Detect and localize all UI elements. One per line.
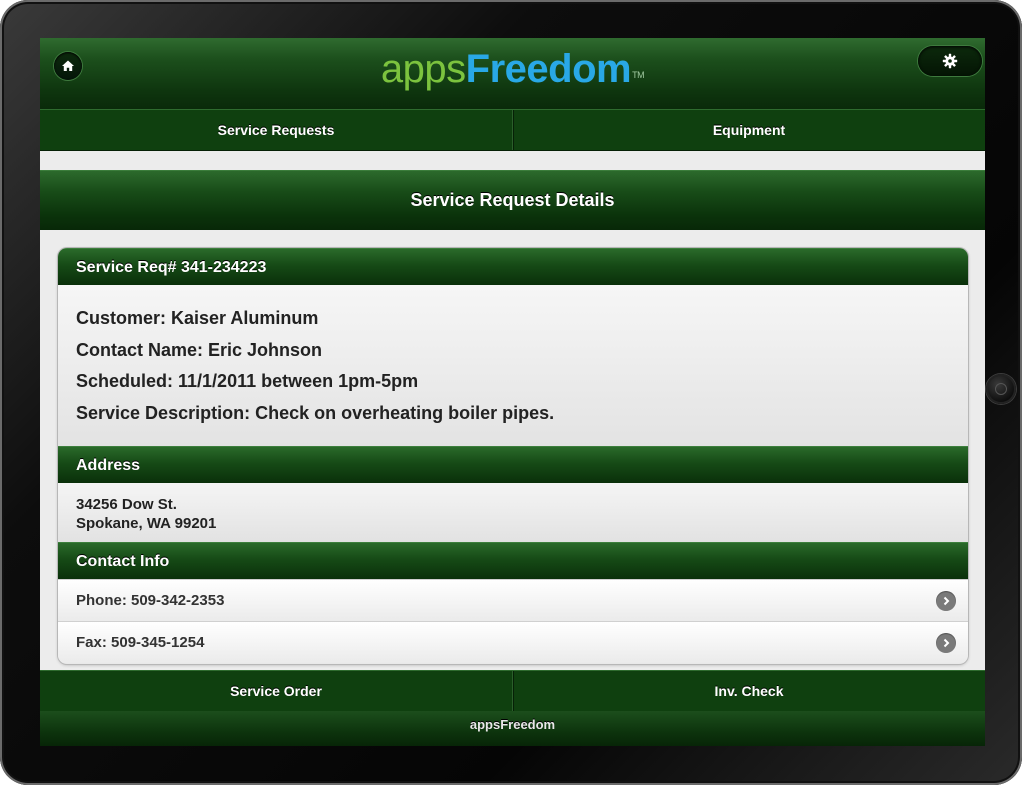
address-line-1: 34256 Dow St. bbox=[76, 496, 177, 513]
request-info: Customer: Kaiser Aluminum Contact Name: … bbox=[58, 285, 968, 446]
app-screen: appsFreedomTM Service Requests Equipment… bbox=[40, 38, 985, 746]
fax-label: Fax: 509-345-1254 bbox=[76, 634, 205, 651]
phone-label: Phone: 509-342-2353 bbox=[76, 592, 225, 609]
customer-line: Customer: Kaiser Aluminum bbox=[76, 308, 319, 328]
top-nav: Service Requests Equipment bbox=[40, 109, 985, 151]
request-number-header: Service Req# 341-234223 bbox=[58, 248, 968, 285]
bottom-nav: Service Order Inv. Check bbox=[40, 670, 985, 712]
settings-button[interactable] bbox=[918, 46, 982, 76]
chevron-right-icon bbox=[936, 633, 956, 653]
app-logo: appsFreedomTM bbox=[380, 47, 645, 91]
device-home-button[interactable] bbox=[986, 374, 1016, 404]
fax-row[interactable]: Fax: 509-345-1254 bbox=[58, 621, 968, 663]
address-block: 34256 Dow St. Spokane, WA 99201 bbox=[58, 483, 968, 542]
address-header: Address bbox=[58, 446, 968, 483]
address-line-2: Spokane, WA 99201 bbox=[76, 515, 217, 532]
phone-row[interactable]: Phone: 509-342-2353 bbox=[58, 579, 968, 621]
page-title: Service Request Details bbox=[40, 170, 985, 230]
service-description-line: Service Description: Check on overheatin… bbox=[76, 402, 555, 423]
tab-service-requests[interactable]: Service Requests bbox=[40, 110, 512, 150]
tab-equipment[interactable]: Equipment bbox=[512, 110, 985, 150]
gear-icon bbox=[942, 53, 958, 69]
footer-brand: appsFreedom bbox=[40, 711, 985, 746]
header-bar: appsFreedomTM bbox=[40, 38, 985, 110]
contact-info-header: Contact Info bbox=[58, 542, 968, 579]
request-details-card: Service Req# 341-234223 Customer: Kaiser… bbox=[58, 248, 968, 664]
tab-inv-check[interactable]: Inv. Check bbox=[512, 671, 985, 711]
chevron-right-icon bbox=[936, 591, 956, 611]
tab-service-order[interactable]: Service Order bbox=[40, 671, 512, 711]
scheduled-line: Scheduled: 11/1/2011 between 1pm-5pm bbox=[76, 371, 419, 391]
contact-name-line: Contact Name: Eric Johnson bbox=[76, 339, 323, 360]
